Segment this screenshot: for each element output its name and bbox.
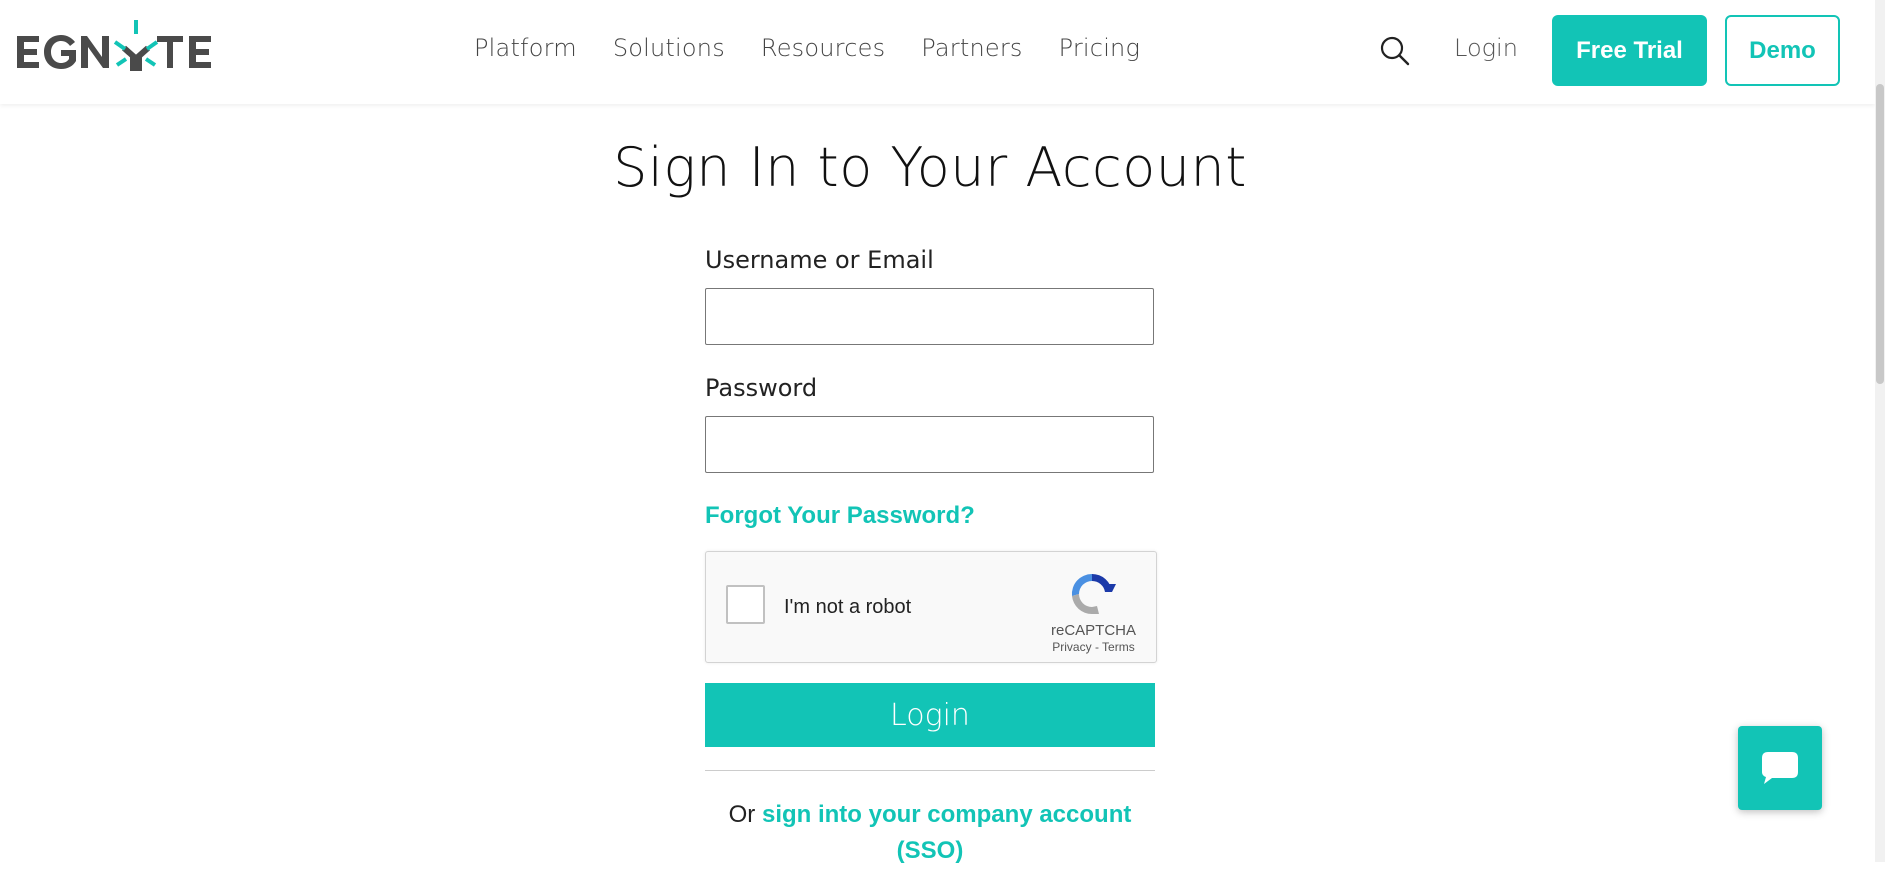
login-button[interactable]: Login <box>705 683 1155 747</box>
sso-prefix: Or <box>728 801 762 828</box>
egnyte-logo[interactable] <box>17 18 237 78</box>
chat-button[interactable] <box>1738 726 1822 810</box>
username-input[interactable] <box>705 288 1154 345</box>
recaptcha-checkbox[interactable] <box>726 585 765 624</box>
site-header: Platform Solutions Resources Partners Pr… <box>0 0 1875 104</box>
sso-link[interactable]: sign into your company account (SSO) <box>762 801 1131 864</box>
recaptcha-privacy-terms[interactable]: Privacy - Terms <box>1041 640 1146 654</box>
nav-pricing[interactable]: Pricing <box>1059 34 1140 62</box>
recaptcha-widget: I'm not a robot reCAPTCHA Privacy - Term… <box>705 551 1157 663</box>
free-trial-button[interactable]: Free Trial <box>1552 15 1707 86</box>
nav-platform[interactable]: Platform <box>474 34 577 62</box>
main-nav: Platform Solutions Resources Partners Pr… <box>474 34 1176 62</box>
recaptcha-brand: reCAPTCHA <box>1051 622 1137 639</box>
nav-resources[interactable]: Resources <box>761 34 885 62</box>
page-scrollbar[interactable] <box>1875 0 1885 862</box>
chat-icon <box>1762 752 1798 784</box>
sso-text: Or sign into your company account (SSO) <box>705 797 1155 869</box>
password-label: Password <box>705 374 818 402</box>
recaptcha-label: I'm not a robot <box>784 596 912 618</box>
nav-solutions[interactable]: Solutions <box>613 34 725 62</box>
nav-partners[interactable]: Partners <box>921 34 1022 62</box>
header-login-link[interactable]: Login <box>1454 34 1518 62</box>
password-input[interactable] <box>705 416 1154 473</box>
forgot-password-link[interactable]: Forgot Your Password? <box>705 502 975 530</box>
divider <box>705 770 1155 771</box>
scrollbar-thumb[interactable] <box>1876 84 1884 384</box>
username-label: Username or Email <box>705 246 934 274</box>
recaptcha-icon <box>1067 570 1117 618</box>
demo-button[interactable]: Demo <box>1725 15 1840 86</box>
search-icon[interactable] <box>1379 35 1411 67</box>
page-title: Sign In to Your Account <box>613 136 1247 199</box>
